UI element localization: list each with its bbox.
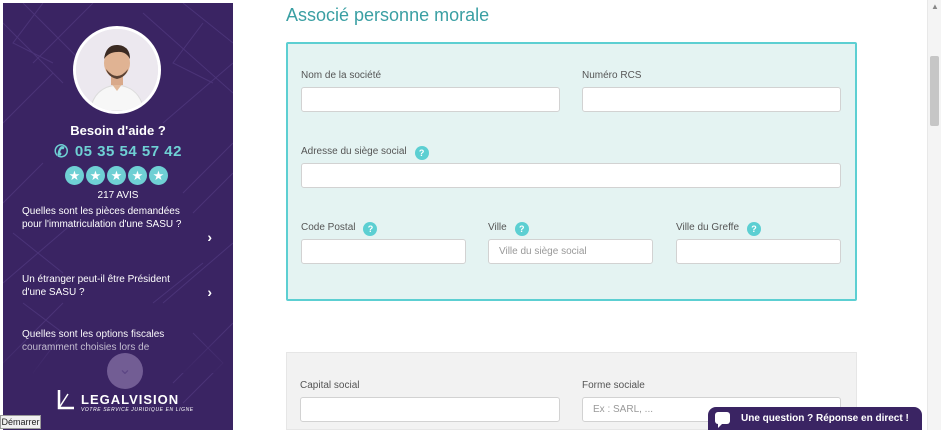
rating-stars: ★ ★ ★ ★ ★	[65, 166, 168, 185]
help-icon[interactable]: ?	[514, 222, 529, 236]
city-label-text: Ville	[488, 222, 507, 233]
star-icon: ★	[65, 166, 84, 185]
help-sidebar: Besoin d'aide ? ✆ 05 35 54 57 42 ★ ★ ★ ★ …	[3, 3, 233, 430]
advisor-avatar	[73, 26, 161, 114]
registry-city-label: Ville du Greffe?	[676, 222, 762, 236]
faq-question: Un étranger peut-il être Président d'une…	[22, 274, 170, 298]
help-icon[interactable]: ?	[363, 222, 378, 236]
address-input[interactable]	[301, 163, 841, 188]
legal-form-label: Forme sociale	[582, 380, 645, 391]
postal-code-label-text: Code Postal	[301, 222, 356, 233]
company-name-label: Nom de la société	[301, 70, 382, 81]
chat-bubble-icon	[715, 412, 730, 428]
star-icon: ★	[128, 166, 147, 185]
page: Besoin d'aide ? ✆ 05 35 54 57 42 ★ ★ ★ ★ …	[0, 0, 941, 430]
star-icon: ★	[107, 166, 126, 185]
registry-city-label-text: Ville du Greffe	[676, 222, 740, 233]
advisor-photo	[76, 29, 158, 111]
live-chat-button[interactable]: Une question ? Réponse en direct !	[708, 407, 922, 430]
chevron-right-icon: ›	[207, 284, 212, 300]
faq-item[interactable]: Un étranger peut-il être Président d'une…	[22, 273, 222, 299]
faq-question: Quelles sont les pièces demandées pour l…	[22, 206, 182, 230]
star-icon: ★	[86, 166, 105, 185]
help-title: Besoin d'aide ?	[70, 123, 166, 138]
city-label: Ville?	[488, 222, 529, 236]
phone-number-link[interactable]: ✆ 05 35 54 57 42	[3, 142, 233, 162]
reviews-count: 217 AVIS	[97, 190, 139, 201]
star-icon: ★	[149, 166, 168, 185]
logo-text: LEGALVISION	[81, 392, 180, 407]
postal-code-label: Code Postal?	[301, 222, 378, 236]
company-name-input[interactable]	[301, 87, 560, 112]
rcs-number-label: Numéro RCS	[582, 70, 642, 81]
scrollbar-thumb[interactable]	[930, 56, 939, 126]
faq-item[interactable]: Quelles sont les pièces demandées pour l…	[22, 205, 222, 244]
share-capital-label: Capital social	[300, 380, 360, 391]
rcs-number-input[interactable]	[582, 87, 841, 112]
section-title: Associé personne morale	[286, 5, 490, 25]
scroll-down-button[interactable]: ⌄	[107, 353, 143, 389]
city-input[interactable]	[488, 239, 653, 264]
chat-label: Une question ? Réponse en direct !	[741, 413, 909, 424]
address-label-text: Adresse du siège social	[301, 146, 407, 157]
address-label: Adresse du siège social?	[301, 146, 429, 160]
scroll-up-arrow-icon[interactable]: ▲	[931, 2, 939, 11]
phone-icon: ✆	[54, 142, 69, 161]
share-capital-input[interactable]	[300, 397, 560, 422]
registry-city-input[interactable]	[676, 239, 841, 264]
logo-mark-icon	[57, 390, 74, 410]
chevron-down-icon: ⌄	[118, 361, 132, 378]
page-scrollbar[interactable]: ▲	[927, 0, 941, 430]
help-icon[interactable]: ?	[747, 222, 762, 236]
start-button[interactable]: Démarrer	[0, 415, 41, 429]
help-icon[interactable]: ?	[414, 146, 429, 160]
postal-code-input[interactable]	[301, 239, 466, 264]
logo-tagline: VOTRE SERVICE JURIDIQUE EN LIGNE	[81, 407, 194, 413]
chevron-right-icon: ›	[207, 229, 212, 245]
phone-number: 05 35 54 57 42	[74, 143, 182, 160]
